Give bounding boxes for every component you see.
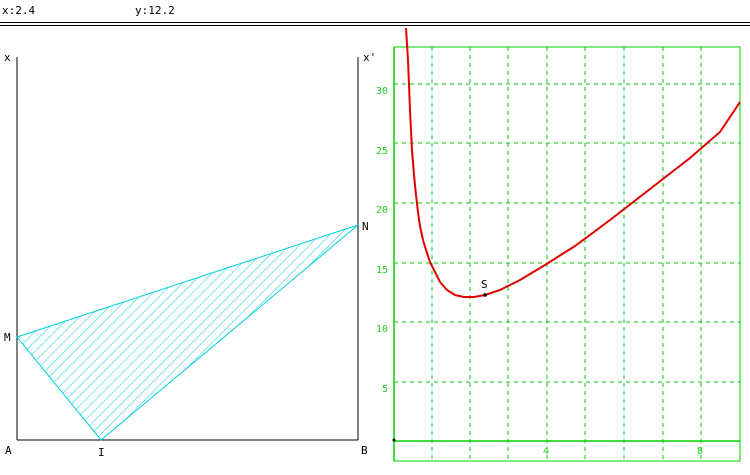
point-s-label: S — [481, 278, 488, 291]
y-tick-label: 10 — [376, 324, 388, 335]
y-tick-label: 15 — [376, 265, 388, 276]
label-n: N — [362, 220, 369, 233]
label-x-prime: x' — [363, 51, 376, 64]
x-tick-label: 4 — [543, 446, 549, 457]
x-tick-label: 8 — [697, 446, 703, 457]
point-s-marker[interactable] — [483, 293, 487, 297]
graph-frame — [393, 46, 741, 462]
label-x: x — [4, 51, 11, 64]
y-tick-label: 25 — [376, 146, 388, 157]
label-a: A — [5, 444, 12, 457]
y-tick-label: 20 — [376, 205, 388, 216]
triangle-min — [16, 224, 359, 441]
label-i: I — [98, 446, 105, 459]
geometry-figure: x x' M N A I B — [4, 51, 376, 459]
origin-dot — [392, 438, 396, 442]
label-m: M — [4, 331, 11, 344]
y-tick-label: 30 — [376, 86, 388, 97]
drawing-canvas[interactable]: x x' M N A I B 30 25 20 15 10 5 4 8 S — [0, 0, 750, 475]
label-b: B — [361, 444, 368, 457]
function-graph: 30 25 20 15 10 5 4 8 S — [376, 27, 741, 462]
y-tick-label: 5 — [382, 384, 388, 395]
